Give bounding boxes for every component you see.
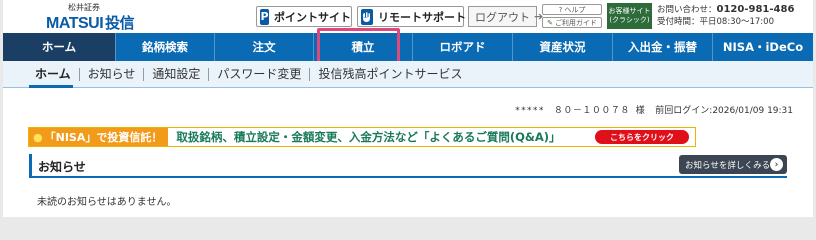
notice-empty-message: 未読のお知らせはありません。 xyxy=(37,197,177,208)
notice-title: お知らせ xyxy=(38,160,86,174)
lightbulb-icon: ● xyxy=(33,130,43,144)
classic-line2: (クラシック) xyxy=(609,16,650,24)
nav-deposit-transfer[interactable]: 入出金・振替 xyxy=(613,33,713,61)
classic-site-button[interactable]: お客様サイト (クラシック) xyxy=(607,3,652,29)
remote-support-label: リモートサポート xyxy=(378,10,466,24)
help-button[interactable]: ? ヘルプ xyxy=(542,4,602,15)
logo-brand-text: MATSUI xyxy=(46,15,104,32)
point-site-button[interactable]: P ポイントサイト xyxy=(256,6,352,27)
notice-header: お知らせ お知らせを詳しくみる › xyxy=(29,154,787,178)
contact-label: お問い合わせ： xyxy=(657,5,717,15)
logout-button[interactable]: ログアウト ➔ xyxy=(468,6,543,27)
banner-click-button[interactable]: こちらをクリック xyxy=(595,130,689,144)
point-site-label: ポイントサイト xyxy=(274,10,351,24)
chevron-right-icon: › xyxy=(770,158,783,171)
nav-robo-advisor[interactable]: ロボアド xyxy=(413,33,513,61)
contact-phone: 0120-981-486 xyxy=(716,4,795,15)
nisa-banner[interactable]: ● 「NISA」で投資信託！ 取扱銘柄、積立設定・金額変更、入金方法など「よくあ… xyxy=(28,127,696,147)
nav-fund-search[interactable]: 銘柄検索 xyxy=(116,33,215,61)
nav-order[interactable]: 注文 xyxy=(215,33,314,61)
guide-icon: ✎ xyxy=(547,18,553,27)
classic-line1: お客様サイト xyxy=(608,7,651,15)
last-login: 前回ログイン:2026/01/09 19:31 xyxy=(655,106,793,116)
business-hours: 受付時間：平日08:30～17:00 xyxy=(657,17,774,27)
help-label: ヘルプ xyxy=(564,5,586,14)
help-icon: ? xyxy=(558,5,563,14)
banner-left-text: 「NISA」で投資信託！ xyxy=(44,131,163,144)
logo-brand: MATSUI 投信 xyxy=(46,12,135,33)
banner-label: ● 「NISA」で投資信託！ xyxy=(29,128,169,146)
notice-more-label: お知らせを詳しくみる xyxy=(685,160,771,171)
remote-support-button[interactable]: リモートサポート xyxy=(357,6,466,27)
subnav-point-service[interactable]: 投信残高ポイントサービス xyxy=(309,67,470,81)
point-icon: P xyxy=(260,8,269,25)
nav-asset-status[interactable]: 資産状況 xyxy=(513,33,613,61)
page: 松井証券 MATSUI 投信 P ポイントサイト リモートサポート ログアウト ➔… xyxy=(3,0,813,217)
logo-fund-text: 投信 xyxy=(105,15,135,32)
subnav-notices[interactable]: お知らせ xyxy=(78,67,144,81)
header: 松井証券 MATSUI 投信 P ポイントサイト リモートサポート ログアウト ➔… xyxy=(3,0,813,33)
contact-info: お問い合わせ：0120-981-486 受付時間：平日08:30～17:00 xyxy=(657,4,807,28)
nav-nisa-ideco[interactable]: NISA・iDeCo xyxy=(713,33,813,61)
guide-label: ご利用ガイド xyxy=(554,18,597,27)
logo[interactable]: 松井証券 MATSUI 投信 xyxy=(46,2,135,32)
account-name: ***** ８０－１００７８ 様 xyxy=(514,106,646,116)
banner-main-text: 取扱銘柄、積立設定・金額変更、入金方法など「よくあるご質問(Q&A)」 xyxy=(176,130,561,144)
guide-button[interactable]: ✎ ご利用ガイド xyxy=(542,17,602,28)
nav-accumulation[interactable]: 積立 xyxy=(314,33,413,61)
account-info: ***** ８０－１００７８ 様前回ログイン:2026/01/09 19:31 xyxy=(515,103,793,116)
sub-nav: ホーム お知らせ 通知設定 パスワード変更 投信残高ポイントサービス xyxy=(3,61,813,88)
main-nav: ホーム 銘柄検索 注文 積立 ロボアド 資産状況 入出金・振替 NISA・iDe… xyxy=(3,33,813,61)
notice-more-button[interactable]: お知らせを詳しくみる › xyxy=(679,155,787,174)
nav-home[interactable]: ホーム xyxy=(3,33,116,61)
subnav-home[interactable]: ホーム xyxy=(27,67,79,81)
remote-support-icon xyxy=(361,8,373,25)
subnav-password-change[interactable]: パスワード変更 xyxy=(208,67,309,81)
logout-label: ログアウト xyxy=(475,10,530,24)
subnav-notification-settings[interactable]: 通知設定 xyxy=(143,67,208,81)
subnav-active-underline xyxy=(29,85,73,88)
